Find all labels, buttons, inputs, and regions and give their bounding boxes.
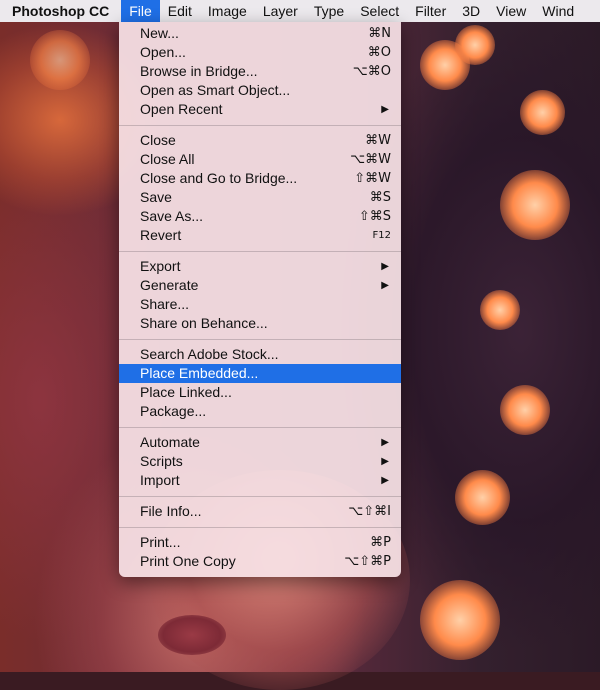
menu-item-label: Share... [140, 296, 190, 312]
shortcut-label: ⌥⇧⌘I [348, 504, 391, 519]
menu-item-label: File Info... [140, 503, 202, 519]
menu-item-open-as-smart-object[interactable]: Open as Smart Object... [119, 81, 401, 100]
menu-item-generate[interactable]: Generate ▶ [119, 276, 401, 295]
menu-item-automate[interactable]: Automate ▶ [119, 433, 401, 452]
flower [420, 580, 500, 660]
menu-item-print[interactable]: Print... ⌘P [119, 533, 401, 552]
menu-bar: Photoshop CC File Edit Image Layer Type … [0, 0, 600, 22]
shortcut-label: ⌘N [368, 26, 391, 41]
menu-item-label: Import [140, 472, 180, 488]
menu-filter[interactable]: Filter [407, 0, 454, 22]
submenu-arrow-icon: ▶ [381, 261, 389, 272]
menu-item-revert[interactable]: Revert F12 [119, 226, 401, 245]
menu-item-label: Place Embedded... [140, 365, 259, 381]
menu-item-label: Open... [140, 44, 186, 60]
menu-item-label: New... [140, 25, 179, 41]
menu-item-label: Close All [140, 151, 195, 167]
menu-item-open-recent[interactable]: Open Recent ▶ [119, 100, 401, 119]
menu-separator [119, 527, 401, 528]
menu-item-label: Package... [140, 403, 207, 419]
menu-item-label: Place Linked... [140, 384, 232, 400]
menu-separator [119, 496, 401, 497]
menu-separator [119, 125, 401, 126]
menu-item-label: Open as Smart Object... [140, 82, 291, 98]
shortcut-label: ⌥⌘O [352, 64, 391, 79]
menu-item-new[interactable]: New... ⌘N [119, 24, 401, 43]
menu-item-label: Save As... [140, 208, 204, 224]
menu-item-label: Close and Go to Bridge... [140, 170, 298, 186]
flower [500, 385, 550, 435]
menu-item-close-and-go-to-bridge[interactable]: Close and Go to Bridge... ⇧⌘W [119, 169, 401, 188]
menu-separator [119, 251, 401, 252]
flower [455, 470, 510, 525]
menu-item-place-embedded[interactable]: Place Embedded... [119, 364, 401, 383]
menu-item-label: Generate [140, 277, 199, 293]
flower [520, 90, 565, 135]
menu-type[interactable]: Type [306, 0, 352, 22]
menu-select[interactable]: Select [352, 0, 407, 22]
menu-item-save-as[interactable]: Save As... ⇧⌘S [119, 207, 401, 226]
menu-separator [119, 427, 401, 428]
menu-layer[interactable]: Layer [255, 0, 306, 22]
menu-item-label: Export [140, 258, 181, 274]
menu-item-export[interactable]: Export ▶ [119, 257, 401, 276]
flower [455, 25, 495, 65]
menu-item-label: Open Recent [140, 101, 223, 117]
menu-3d[interactable]: 3D [454, 0, 488, 22]
flower [30, 30, 90, 90]
menu-item-label: Print... [140, 534, 181, 550]
menu-item-package[interactable]: Package... [119, 402, 401, 421]
submenu-arrow-icon: ▶ [381, 456, 389, 467]
shortcut-label: ⇧⌘S [358, 209, 391, 224]
submenu-arrow-icon: ▶ [381, 280, 389, 291]
menu-item-label: Browse in Bridge... [140, 63, 258, 79]
menu-item-label: Save [140, 189, 172, 205]
menu-item-search-adobe-stock[interactable]: Search Adobe Stock... [119, 345, 401, 364]
flower [500, 170, 570, 240]
menu-item-share-on-behance[interactable]: Share on Behance... [119, 314, 401, 333]
menu-item-label: Scripts [140, 453, 183, 469]
file-menu-dropdown: New... ⌘N Open... ⌘O Browse in Bridge... ⌥⌘O O… [119, 22, 401, 577]
shortcut-label: ⌘O [367, 45, 391, 60]
submenu-arrow-icon: ▶ [381, 475, 389, 486]
menu-item-label: Share on Behance... [140, 315, 268, 331]
menu-image[interactable]: Image [200, 0, 255, 22]
flower [480, 290, 520, 330]
menu-item-browse-in-bridge[interactable]: Browse in Bridge... ⌥⌘O [119, 62, 401, 81]
background-lips [158, 615, 226, 655]
shortcut-label: ⌘P [370, 535, 391, 550]
shortcut-label: ⌘W [365, 133, 391, 148]
menu-item-save[interactable]: Save ⌘S [119, 188, 401, 207]
menu-item-label: Close [140, 132, 176, 148]
shortcut-label: ⌘S [369, 190, 391, 205]
menu-item-share[interactable]: Share... [119, 295, 401, 314]
shortcut-label: ⌥⇧⌘P [344, 554, 391, 569]
menu-item-close[interactable]: Close ⌘W [119, 131, 401, 150]
menu-item-label: Automate [140, 434, 200, 450]
menu-item-label: Print One Copy [140, 553, 236, 569]
menu-separator [119, 339, 401, 340]
menu-view[interactable]: View [488, 0, 534, 22]
menu-item-scripts[interactable]: Scripts ▶ [119, 452, 401, 471]
menu-file[interactable]: File [121, 0, 160, 22]
menu-item-label: Search Adobe Stock... [140, 346, 279, 362]
shortcut-label: ⇧⌘W [354, 171, 391, 186]
shortcut-label: F12 [372, 230, 391, 241]
menu-window[interactable]: Wind [534, 0, 582, 22]
submenu-arrow-icon: ▶ [381, 437, 389, 448]
menu-item-file-info[interactable]: File Info... ⌥⇧⌘I [119, 502, 401, 521]
menu-item-print-one-copy[interactable]: Print One Copy ⌥⇧⌘P [119, 552, 401, 571]
menu-item-open[interactable]: Open... ⌘O [119, 43, 401, 62]
menu-edit[interactable]: Edit [160, 0, 200, 22]
submenu-arrow-icon: ▶ [381, 104, 389, 115]
menu-item-place-linked[interactable]: Place Linked... [119, 383, 401, 402]
app-menu[interactable]: Photoshop CC [0, 3, 121, 19]
menu-item-label: Revert [140, 227, 182, 243]
shortcut-label: ⌥⌘W [350, 152, 391, 167]
menu-item-import[interactable]: Import ▶ [119, 471, 401, 490]
menu-item-close-all[interactable]: Close All ⌥⌘W [119, 150, 401, 169]
